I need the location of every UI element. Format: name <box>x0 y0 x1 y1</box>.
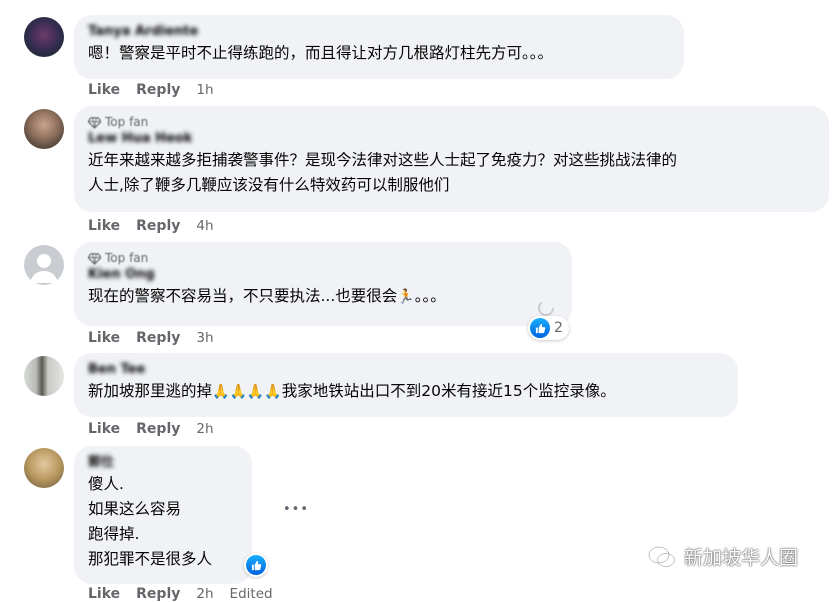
more-options-icon[interactable]: ••• <box>283 502 309 517</box>
badge-label: Top fan <box>105 115 149 129</box>
commenter-name[interactable]: Tanya Ardiente <box>88 23 670 41</box>
loading-spinner-icon <box>538 300 554 316</box>
comment-line: 如果这么容易 <box>88 500 182 518</box>
watermark-text: 新加坡华人圈 <box>684 547 799 569</box>
commenter-name[interactable]: 郭仕 <box>88 454 238 472</box>
comment-text: 现在的警察不容易当，不只要执法...也要很会🏃。。。 <box>88 284 558 310</box>
diamond-badge-icon <box>88 252 101 265</box>
edited-label[interactable]: Edited <box>230 586 273 602</box>
comment-bubble: 郭仕 傻人. 如果这么容易 跑得掉. 那犯罪不是很多人 <box>74 446 252 584</box>
comment-text-part: 我家地铁站出口不到20米有接近15个监控录像。 <box>281 382 616 400</box>
comment-line: 傻人. <box>88 475 124 493</box>
like-button[interactable]: Like <box>88 218 120 234</box>
comment-text-part: 。。。 <box>414 287 446 305</box>
avatar[interactable] <box>24 356 64 396</box>
comment-actions: Like Reply 2h Edited <box>88 586 273 602</box>
thumbs-up-icon <box>530 318 550 338</box>
commenter-name[interactable]: Kien Ong <box>88 266 558 284</box>
like-button[interactable]: Like <box>88 82 120 98</box>
badge-label: Top fan <box>105 251 149 265</box>
reaction-summary[interactable] <box>244 553 268 577</box>
like-button[interactable]: Like <box>88 586 120 602</box>
timestamp[interactable]: 1h <box>196 82 213 98</box>
avatar[interactable] <box>24 109 64 149</box>
like-button[interactable]: Like <box>88 330 120 346</box>
comment-actions: Like Reply 2h <box>88 421 214 437</box>
comment-text-part: 现在的警察不容易当，不只要执法...也要很会 <box>88 287 398 305</box>
wechat-icon <box>648 545 676 567</box>
watermark: 新加坡华人圈 <box>648 543 798 570</box>
top-fan-badge: Top fan <box>88 250 558 266</box>
top-fan-badge: Top fan <box>88 114 815 130</box>
reply-button[interactable]: Reply <box>136 218 180 234</box>
reply-button[interactable]: Reply <box>136 586 180 602</box>
timestamp[interactable]: 2h <box>196 586 213 602</box>
comment-line: 跑得掉. <box>88 525 140 543</box>
commenter-name[interactable]: Lew Hua Heok <box>88 130 815 148</box>
reaction-summary[interactable]: 2 <box>528 316 569 340</box>
avatar[interactable] <box>24 17 64 57</box>
comment-bubble: Ben Tee 新加坡那里逃的掉🙏🙏🙏🙏我家地铁站出口不到20米有接近15个监控… <box>74 353 738 417</box>
default-avatar-icon <box>30 254 58 283</box>
comment-bubble: Top fan Lew Hua Heok 近年来越来越多拒捕袭警事件？是现今法律… <box>74 106 829 212</box>
comment-text: 新加坡那里逃的掉🙏🙏🙏🙏我家地铁站出口不到20米有接近15个监控录像。 <box>88 379 724 405</box>
comment-text-part: 新加坡那里逃的掉 <box>88 382 213 400</box>
comment-bubble: Tanya Ardiente 嗯！警察是平时不止得练跑的，而且得让对方几根路灯柱… <box>74 15 684 79</box>
reaction-count: 2 <box>554 320 563 336</box>
avatar[interactable] <box>24 448 64 488</box>
comment-text: 近年来越来越多拒捕袭警事件？是现今法律对这些人士起了免疫力？对这些挑战法律的 人… <box>88 151 678 194</box>
diamond-badge-icon <box>88 116 101 129</box>
like-button[interactable]: Like <box>88 421 120 437</box>
avatar[interactable] <box>24 245 64 285</box>
timestamp[interactable]: 2h <box>196 421 213 437</box>
reply-button[interactable]: Reply <box>136 421 180 437</box>
reply-button[interactable]: Reply <box>136 82 180 98</box>
thumbs-up-icon <box>246 555 266 575</box>
comment-actions: Like Reply 1h <box>88 82 214 98</box>
reply-button[interactable]: Reply <box>136 330 180 346</box>
comment-bubble: Top fan Kien Ong 现在的警察不容易当，不只要执法...也要很会🏃… <box>74 242 572 326</box>
runner-emoji: 🏃 <box>397 289 415 305</box>
comment-text: 嗯！警察是平时不止得练跑的，而且得让对方几根路灯柱先方可。。。 <box>88 44 554 62</box>
comment-actions: Like Reply 4h <box>88 218 214 234</box>
timestamp[interactable]: 4h <box>196 218 213 234</box>
praying-hands-emoji: 🙏🙏🙏🙏 <box>212 384 282 400</box>
comment-line: 那犯罪不是很多人 <box>88 550 213 568</box>
comment-actions: Like Reply 3h <box>88 330 214 346</box>
commenter-name[interactable]: Ben Tee <box>88 361 724 379</box>
timestamp[interactable]: 3h <box>196 330 213 346</box>
